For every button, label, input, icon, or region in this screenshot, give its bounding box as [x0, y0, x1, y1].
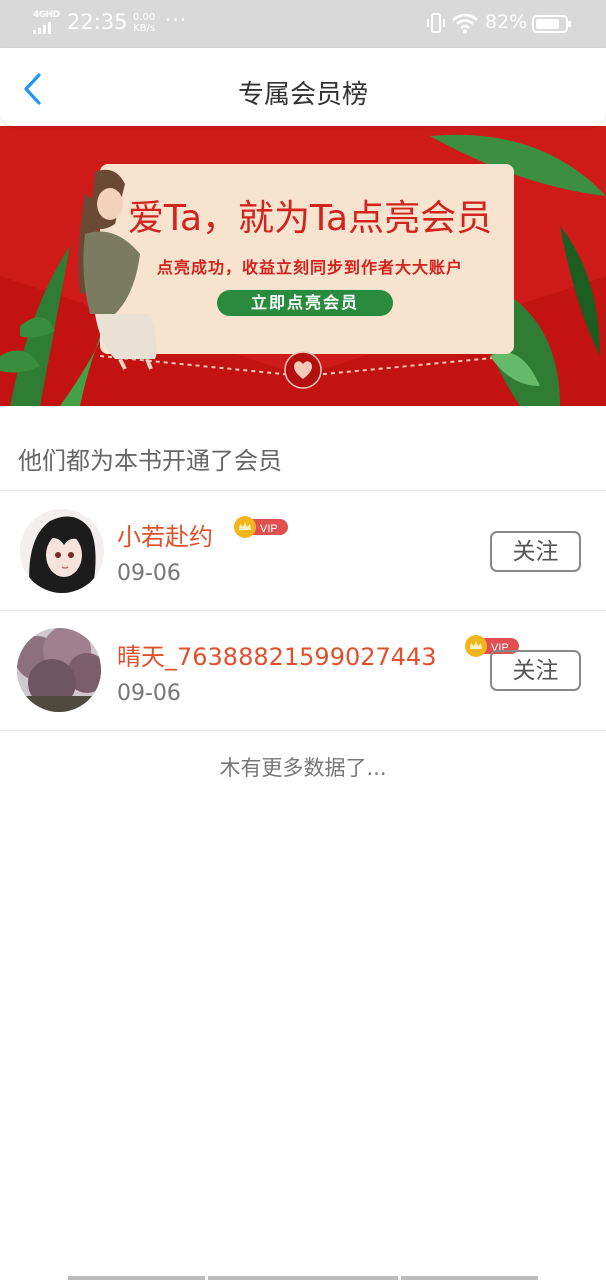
heart-seal-icon	[284, 351, 322, 389]
more-notifications-icon: ···	[165, 8, 188, 32]
flower-tree-avatar[interactable]	[17, 628, 101, 712]
light-up-membership-button[interactable]: 立即点亮会员	[217, 290, 393, 316]
section-title: 他们都为本书开通了会员	[18, 447, 282, 475]
member-date: 09-06	[117, 561, 181, 586]
list-item[interactable]: 小若赴约 VIP 09-06 关注	[0, 491, 606, 611]
speed-unit: KB/s	[133, 23, 156, 34]
speed-value: 0.00	[133, 12, 156, 23]
signal-icon: 4GHD	[33, 10, 61, 36]
network-type: 4GHD	[33, 10, 60, 20]
status-bar: 4GHD 22:35 0.00 KB/s ··· 82%	[0, 0, 606, 48]
follow-button[interactable]: 关注	[490, 531, 581, 572]
status-time: 22:35	[67, 10, 128, 34]
list-item[interactable]: 晴天_76388821599027443 VIP 09-06 关注	[0, 611, 606, 731]
no-more-data-text: 木有更多数据了...	[219, 756, 387, 780]
member-date: 09-06	[117, 681, 181, 706]
follow-button[interactable]: 关注	[490, 650, 581, 691]
member-name[interactable]: 晴天_76388821599027443	[117, 637, 437, 672]
battery-icon	[532, 15, 571, 33]
banner-subtitle: 点亮成功，收益立刻同步到作者大大账户	[156, 258, 463, 277]
vip-badge: VIP	[234, 516, 288, 538]
network-speed: 0.00 KB/s	[133, 12, 155, 34]
anime-girl-avatar[interactable]	[20, 509, 104, 593]
banner-title: 爱Ta，就为Ta点亮会员	[127, 198, 493, 239]
page-title: 专属会员榜	[237, 80, 368, 110]
divider	[0, 730, 606, 731]
vibrate-icon	[427, 13, 445, 33]
battery-percent: 82%	[485, 11, 528, 33]
nav-bar: 专属会员榜	[0, 48, 606, 126]
promo-banner[interactable]: 爱Ta，就为Ta点亮会员 点亮成功，收益立刻同步到作者大大账户 立即点亮会员	[0, 126, 606, 406]
bottom-nav-indicator	[68, 1276, 538, 1280]
vip-label: VIP	[260, 523, 278, 535]
wifi-icon	[452, 13, 478, 34]
member-name[interactable]: 小若赴约	[117, 517, 213, 552]
